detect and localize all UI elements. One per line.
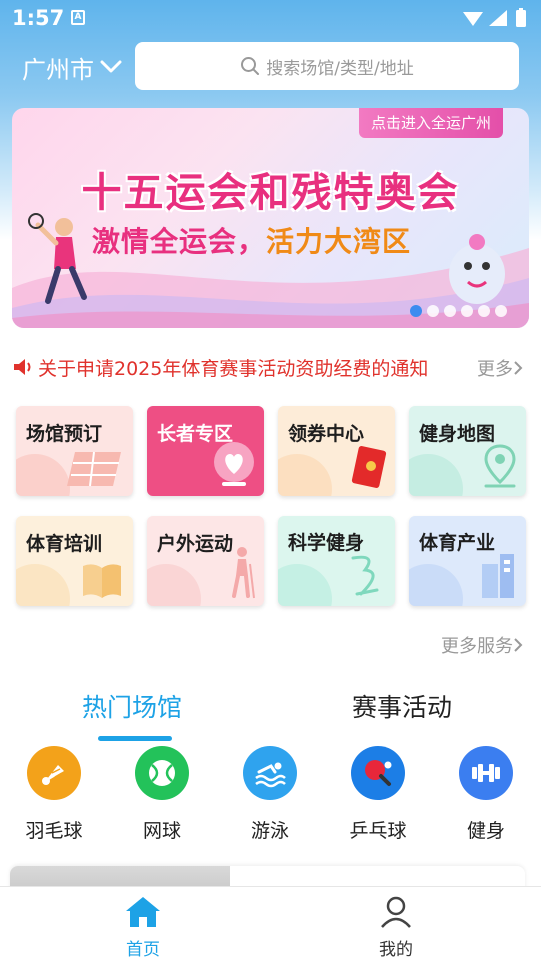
service-decoration [278,454,332,496]
banner-subtitle: 激情全运会，活力大湾区 [92,220,411,260]
sport-fitness[interactable]: 健身 [446,746,526,843]
service-fitness-map[interactable]: 健身地图 [409,406,526,496]
notification-icon: A [71,10,85,25]
user-icon [381,896,411,928]
service-venue-booking[interactable]: 场馆预订 [16,406,133,496]
pagination-dot[interactable] [495,305,507,317]
nav-mine[interactable]: 我的 [346,895,446,960]
service-label: 领券中心 [288,423,365,445]
system-status-icons [463,8,526,27]
heart-hand-icon [214,442,254,486]
active-tab-indicator [98,736,172,741]
tennis-icon [135,746,189,800]
banner-title: 十五运会和残特奥会 [81,170,460,216]
more-services-label: 更多服务 [441,636,513,657]
dumbbell-icon [459,746,513,800]
notice-more-label: 更多 [477,359,513,380]
hiker-icon [232,547,255,599]
search-input[interactable]: 搜索场馆/类型/地址 [135,42,519,90]
notice-bar[interactable]: 关于申请2025年体育赛事活动资助经费的通知 更多 [12,352,529,382]
status-time: 1:57 [12,6,65,30]
service-decoration [409,564,463,606]
court-icon [67,451,121,487]
service-decoration [16,454,70,496]
pagination-dot[interactable] [444,305,456,317]
building-icon [482,554,514,598]
city-selector[interactable]: 广州市 [22,50,122,84]
sport-table-tennis[interactable]: 乒乓球 [338,746,418,843]
status-bar: 1:57 A [0,0,541,36]
promo-banner[interactable]: 点击进入全运广州 十五运会和残特奥会 激情全运会，活力大湾区 [12,108,529,328]
search-icon [241,57,260,75]
service-decoration [409,454,463,496]
service-sports-industry[interactable]: 体育产业 [409,516,526,606]
signal-icon [489,10,507,26]
wifi-icon [463,12,483,26]
sport-label: 游泳 [250,820,289,842]
service-elderly-zone[interactable]: 长者专区 [147,406,264,496]
pagination-dot[interactable] [427,305,439,317]
nav-home-label: 首页 [126,940,160,960]
service-sports-training[interactable]: 体育培训 [16,516,133,606]
notice-text[interactable]: 关于申请2025年体育赛事活动资助经费的通知 [38,354,428,381]
tab-events[interactable]: 赛事活动 [352,688,452,724]
pagination-dot[interactable] [478,305,490,317]
battery-icon [516,10,526,27]
athlete-illustration [28,213,87,304]
bottom-navigation: 首页 我的 [0,886,541,963]
service-coupon-center[interactable]: 领券中心 [278,406,395,496]
home-icon [126,897,160,927]
service-decoration [147,564,201,606]
fitness-icon [351,555,379,596]
nav-mine-label: 我的 [379,940,413,960]
sport-badminton[interactable]: 羽毛球 [14,746,94,843]
service-label: 场馆预订 [26,423,103,445]
sport-label: 网球 [142,820,181,842]
mascot-illustration [449,234,505,304]
map-pin-icon [484,444,516,488]
banner-pagination [410,305,507,317]
service-outdoor-sports[interactable]: 户外运动 [147,516,264,606]
sport-label: 乒乓球 [349,820,407,842]
badminton-icon [27,746,81,800]
service-label: 户外运动 [157,533,234,555]
search-placeholder: 搜索场馆/类型/地址 [266,58,414,79]
service-decoration [278,564,332,606]
speaker-icon [14,359,31,375]
service-scientific-fitness[interactable]: 科学健身 [278,516,395,606]
sport-label: 健身 [466,820,505,842]
nav-home[interactable]: 首页 [93,895,193,960]
chevron-down-icon [100,60,122,73]
tab-hot-venues[interactable]: 热门场馆 [82,688,182,724]
banner-subtitle-part2: 活力大湾区 [266,225,412,258]
sport-swimming[interactable]: 游泳 [230,746,310,843]
table-tennis-icon [351,746,405,800]
city-label: 广州市 [22,55,94,84]
chevron-right-icon [514,638,523,652]
more-services-link[interactable]: 更多服务 [441,632,523,658]
notice-more-link[interactable]: 更多 [477,355,523,381]
banner-subtitle-part1: 激情全运会， [92,225,267,258]
pagination-dot[interactable] [461,305,473,317]
service-label: 体育培训 [26,533,103,555]
pagination-dot[interactable] [410,305,422,317]
red-packet-icon [351,446,387,488]
chevron-right-icon [514,361,523,375]
book-icon [83,564,121,598]
banner-tag[interactable]: 点击进入全运广州 [358,108,503,138]
service-decoration [16,564,70,606]
sport-tennis[interactable]: 网球 [122,746,202,843]
swimming-icon [243,746,297,800]
sport-label: 羽毛球 [25,820,83,842]
